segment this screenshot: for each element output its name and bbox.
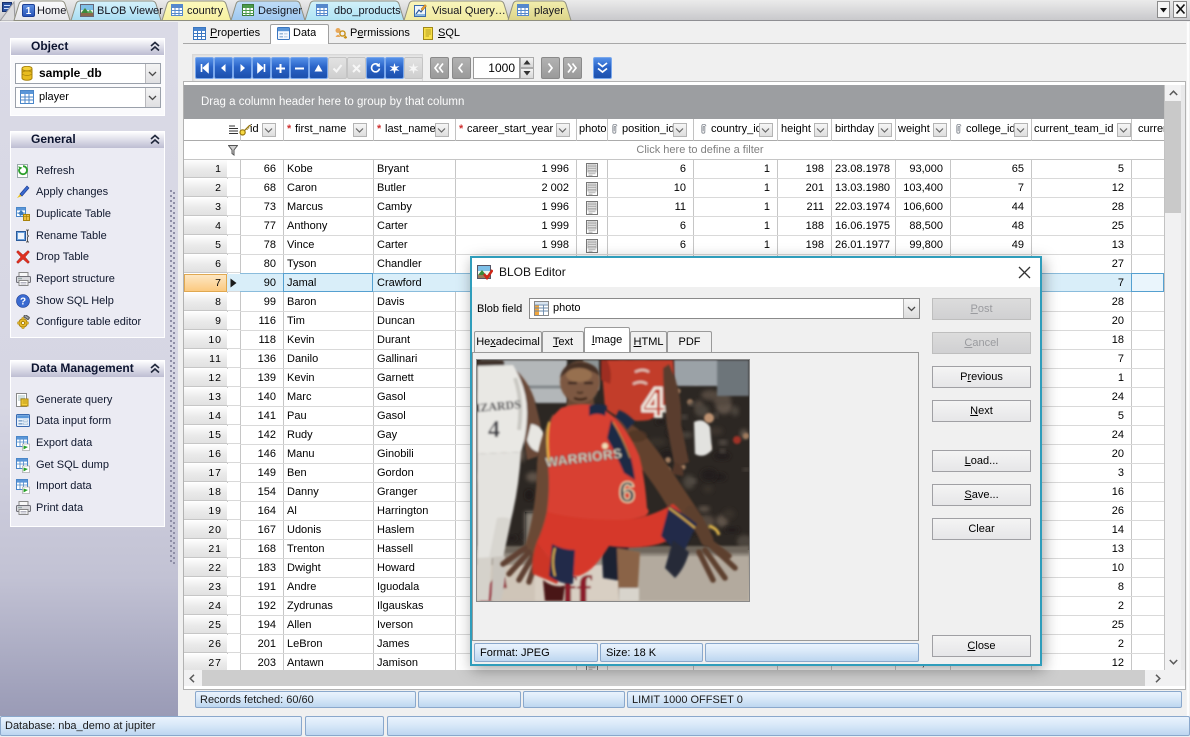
svg-text:?: ? xyxy=(20,297,26,308)
svg-text:4: 4 xyxy=(642,379,666,426)
svg-text:4: 4 xyxy=(488,417,500,443)
svg-text:6: 6 xyxy=(619,477,635,509)
